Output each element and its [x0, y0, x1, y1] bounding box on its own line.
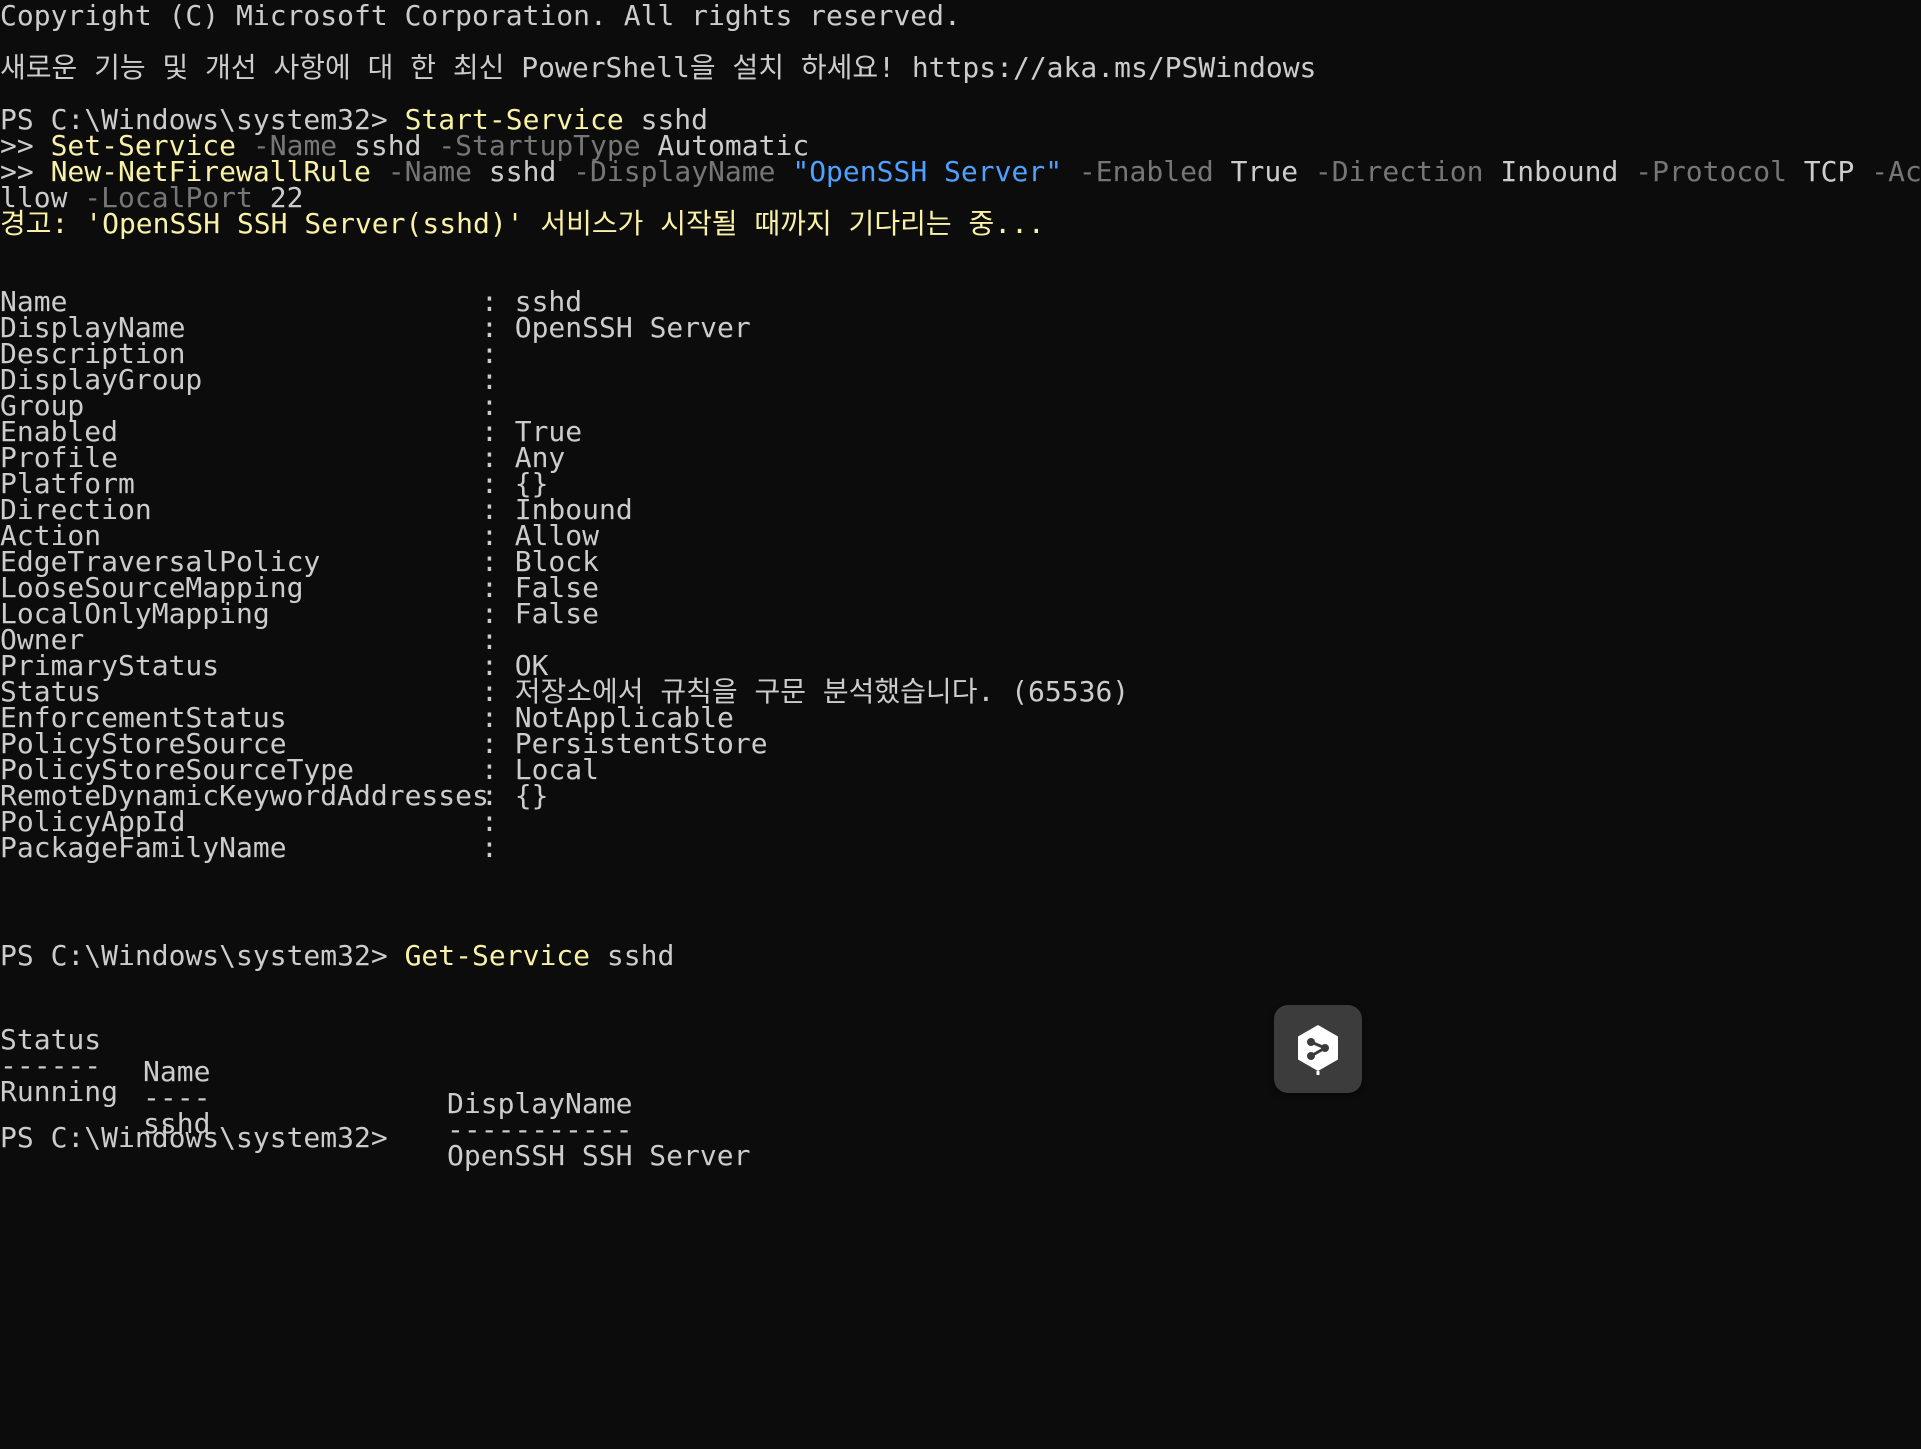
copyright-line: Copyright (C) Microsoft Corporation. All… — [0, 0, 961, 32]
command-line-get-service: PS C:\Windows\system32> Get-Service sshd — [0, 939, 675, 972]
prompt: PS C:\Windows\system32> — [0, 939, 405, 972]
deepl-icon — [1298, 1025, 1338, 1075]
service-displayname: OpenSSH SSH Server — [447, 1139, 751, 1172]
current-prompt-line[interactable]: PS C:\Windows\system32> — [0, 1122, 405, 1154]
table-row: Running sshd OpenSSH SSH Server — [0, 1044, 1000, 1172]
property-key: PackageFamilyName — [0, 831, 287, 864]
upgrade-notice-line: 새로운 기능 및 개선 사항에 대 한 최신 PowerShell을 설치 하세… — [0, 51, 1317, 84]
service-status: Running — [0, 1075, 119, 1108]
property-value: : — [481, 831, 515, 864]
deepl-button[interactable] — [1274, 1005, 1362, 1093]
property-row: PackageFamilyName: — [0, 832, 1400, 864]
terminal-window[interactable]: Copyright (C) Microsoft Corporation. All… — [0, 0, 1921, 1449]
warning-line: 경고: 'OpenSSH SSH Server(sshd)' 서비스가 시작될 … — [0, 207, 1045, 240]
prompt: PS C:\Windows\system32> — [0, 1121, 405, 1154]
cmdlet-get-service: Get-Service — [404, 939, 591, 972]
